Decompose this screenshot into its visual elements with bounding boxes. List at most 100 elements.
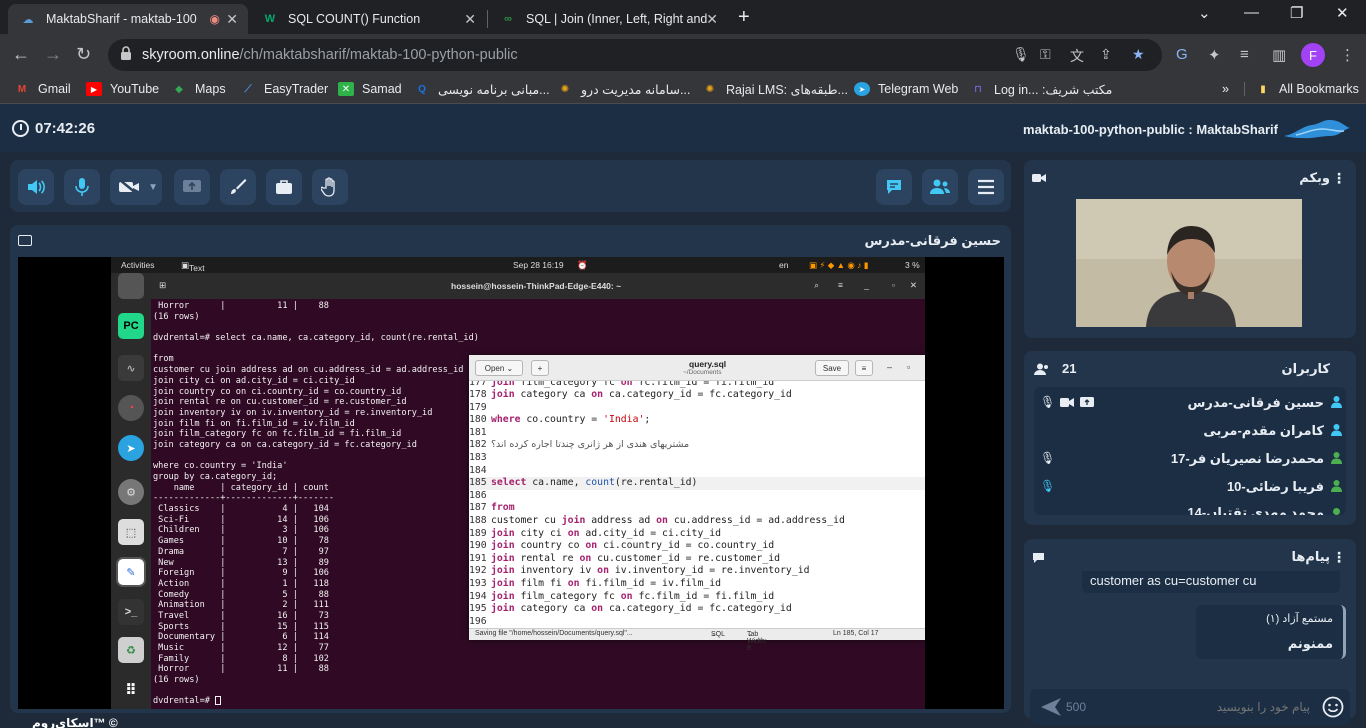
forward-button[interactable]: → xyxy=(44,44,62,65)
user-row[interactable]: 🎙 حسین فرقانی-مدرس xyxy=(1034,389,1346,415)
message-input[interactable] xyxy=(1110,695,1310,719)
tray-icons: ▣ ⚡ ◆ ▲ ◉ ♪ ▮ xyxy=(809,260,869,270)
kebab-menu-icon[interactable]: ⋮ xyxy=(1332,170,1346,187)
code-line: 188 customer cu join address ad on cu.add… xyxy=(469,514,845,526)
bookmark-rajai[interactable]: ✺ Rajai LMS: طبقه‌های... xyxy=(702,82,848,97)
minimize-icon[interactable]: _ xyxy=(864,280,869,290)
terminal-line: dvdrental=# select ca.name, ca.category_… xyxy=(153,333,479,344)
main-menu-button[interactable] xyxy=(968,169,1004,205)
open-button[interactable]: Open ⌄ xyxy=(475,360,523,376)
clock-app-icon[interactable]: ◔ xyxy=(118,395,144,421)
gedit-code-view[interactable]: 177 join film_category fc on fc.film_id =… xyxy=(469,381,925,628)
close-tab-icon[interactable]: ✕ xyxy=(226,11,238,28)
minimize-button[interactable]: — xyxy=(1244,4,1259,21)
new-tab-icon[interactable]: ⊞ xyxy=(159,280,166,291)
bookmark-maps[interactable]: ◆ Maps xyxy=(171,82,225,96)
address-bar[interactable]: skyroom.online/ch/maktabsharif/maktab-10… xyxy=(108,39,1162,71)
software-app-icon[interactable]: ⬚ xyxy=(118,519,144,545)
files-button[interactable] xyxy=(266,169,302,205)
all-bookmarks[interactable]: ▮ All Bookmarks xyxy=(1244,82,1359,96)
tab-search-icon[interactable]: ⌄ xyxy=(1198,4,1211,22)
bookmark-lms[interactable]: ✺ سامانه مدیریت درو... xyxy=(557,82,691,97)
youtube-icon: ▶ xyxy=(86,82,102,96)
profile-avatar[interactable]: F xyxy=(1301,43,1325,67)
video-camera-icon xyxy=(1032,174,1046,182)
gmail-icon: M xyxy=(17,83,27,95)
translate-icon[interactable]: 文 xyxy=(1070,46,1084,66)
chat-toggle-button[interactable] xyxy=(876,169,912,205)
bookmark-samad[interactable]: ✕ Samad xyxy=(338,82,402,96)
microphone-button[interactable] xyxy=(64,169,100,205)
microphone-icon[interactable]: 🎙 xyxy=(1012,46,1030,63)
new-document-icon[interactable]: + xyxy=(531,360,549,376)
side-panel-icon[interactable]: ▥ xyxy=(1272,46,1286,64)
room-title: maktab-100-python-public : MaktabSharif xyxy=(1023,122,1278,137)
gedit-menu-icon[interactable]: ≡ xyxy=(855,360,873,376)
back-button[interactable]: ← xyxy=(12,44,30,65)
emoji-icon[interactable] xyxy=(1322,696,1344,718)
close-icon[interactable]: ✕ xyxy=(910,280,917,291)
user-row[interactable]: کامران مقدم-مربی xyxy=(1034,417,1346,443)
terminal-app-icon[interactable]: >_ xyxy=(118,599,144,625)
tab-width-selector[interactable]: Tab Width: 8 ⌄ xyxy=(747,630,767,652)
menu-icon[interactable]: ⋮ xyxy=(1340,46,1355,64)
bookmark-youtube[interactable]: ▶ YouTube xyxy=(86,82,159,96)
raise-hand-button[interactable] xyxy=(312,169,348,205)
camera-button[interactable]: ▼ xyxy=(110,169,162,205)
new-tab-button[interactable]: + xyxy=(738,6,750,29)
close-tab-icon[interactable]: ✕ xyxy=(706,11,718,28)
presenter-name: حسین فرقانی-مدرس xyxy=(864,233,1001,248)
bookmark-easytrader[interactable]: ⟋ EasyTrader xyxy=(240,82,329,96)
tab-sql-join[interactable]: ∞ SQL | Join (Inner, Left, Right and ✕ xyxy=(488,4,728,34)
language-selector[interactable]: SQL ⌄ xyxy=(711,630,725,638)
extensions-icon[interactable]: ✦ xyxy=(1208,46,1221,64)
text-editor-app-icon[interactable]: ✎ xyxy=(118,559,144,585)
menu-icon[interactable]: ≡ xyxy=(838,280,843,290)
settings-app-icon[interactable]: ⚙ xyxy=(118,479,144,505)
reload-button[interactable]: ↻ xyxy=(76,44,91,65)
tab-maktabsharif[interactable]: ☁ MaktabSharif - maktab-100 ◉ ✕ xyxy=(8,4,248,34)
user-list[interactable]: 🎙 حسین فرقانی-مدرس کامران مقدم-مربی 🎙 17… xyxy=(1034,387,1346,515)
user-row[interactable]: 🎙 10-فریبا رضائی xyxy=(1034,473,1346,499)
bookmark-maktab[interactable]: ⊓ Log in... :مکتب شریف xyxy=(970,82,1112,97)
code-line: 182 مشتریهای هندی از هر ژانری چندتا اجاره… xyxy=(469,439,690,451)
skyroom-logo xyxy=(1284,120,1350,139)
files-app-icon[interactable] xyxy=(118,273,144,299)
kebab-menu-icon[interactable]: ⋮ xyxy=(1332,549,1346,566)
close-tab-icon[interactable]: ✕ xyxy=(464,11,476,28)
search-icon[interactable]: ⌕ xyxy=(814,280,819,291)
webcam-panel: وبکم ⋮ xyxy=(1024,160,1356,338)
translate-extension-icon[interactable]: G xyxy=(1176,46,1188,63)
maximize-button[interactable]: ❐ xyxy=(1290,4,1303,22)
speaker-button[interactable] xyxy=(18,169,54,205)
code-line: 180 where co.country = 'India'; xyxy=(469,414,651,426)
pycharm-app-icon[interactable]: PC xyxy=(118,313,144,339)
users-toggle-button[interactable] xyxy=(922,169,958,205)
share-icon[interactable]: ⇪ xyxy=(1100,46,1112,63)
user-row[interactable]: 🎙 17-محمدرضا نصیریان فر xyxy=(1034,445,1346,471)
save-button[interactable]: Save xyxy=(815,360,849,376)
users-title: کاربران xyxy=(1281,361,1330,376)
maximize-icon[interactable]: ▫ xyxy=(907,362,910,372)
bookmark-quera[interactable]: Q مبانی برنامه نویسی... xyxy=(414,82,549,97)
tab-sql-count[interactable]: W SQL COUNT() Function ✕ xyxy=(250,4,486,34)
trash-app-icon[interactable]: ♻ xyxy=(118,637,144,663)
chevron-down-icon[interactable]: ▼ xyxy=(148,182,158,193)
bookmark-gmail[interactable]: M Gmail xyxy=(14,82,71,96)
maximize-icon[interactable]: ▫ xyxy=(892,280,895,290)
key-icon[interactable]: ⚿ xyxy=(1040,46,1051,63)
message-list[interactable]: customer as cu=customer cu مستمع آزاد (۱… xyxy=(1030,571,1350,681)
screen-share-button[interactable] xyxy=(174,169,210,205)
system-monitor-icon[interactable]: ∿ xyxy=(118,355,144,381)
close-window-button[interactable]: ✕ xyxy=(1336,4,1349,22)
more-bookmarks-icon[interactable]: » xyxy=(1222,82,1229,96)
bookmark-telegram[interactable]: ➤ Telegram Web xyxy=(854,82,958,96)
send-icon[interactable] xyxy=(1040,697,1062,717)
telegram-app-icon[interactable]: ➤ xyxy=(118,435,144,461)
user-row[interactable]: 14-محمد مهدی تقتیاں xyxy=(1034,499,1346,515)
whiteboard-button[interactable] xyxy=(220,169,256,205)
minimize-icon[interactable]: – xyxy=(887,362,892,372)
bookmark-star-icon[interactable]: ★ xyxy=(1132,46,1145,63)
app-grid-icon[interactable]: ⠿ xyxy=(118,677,144,703)
media-control-icon[interactable]: ≡ xyxy=(1240,46,1249,63)
